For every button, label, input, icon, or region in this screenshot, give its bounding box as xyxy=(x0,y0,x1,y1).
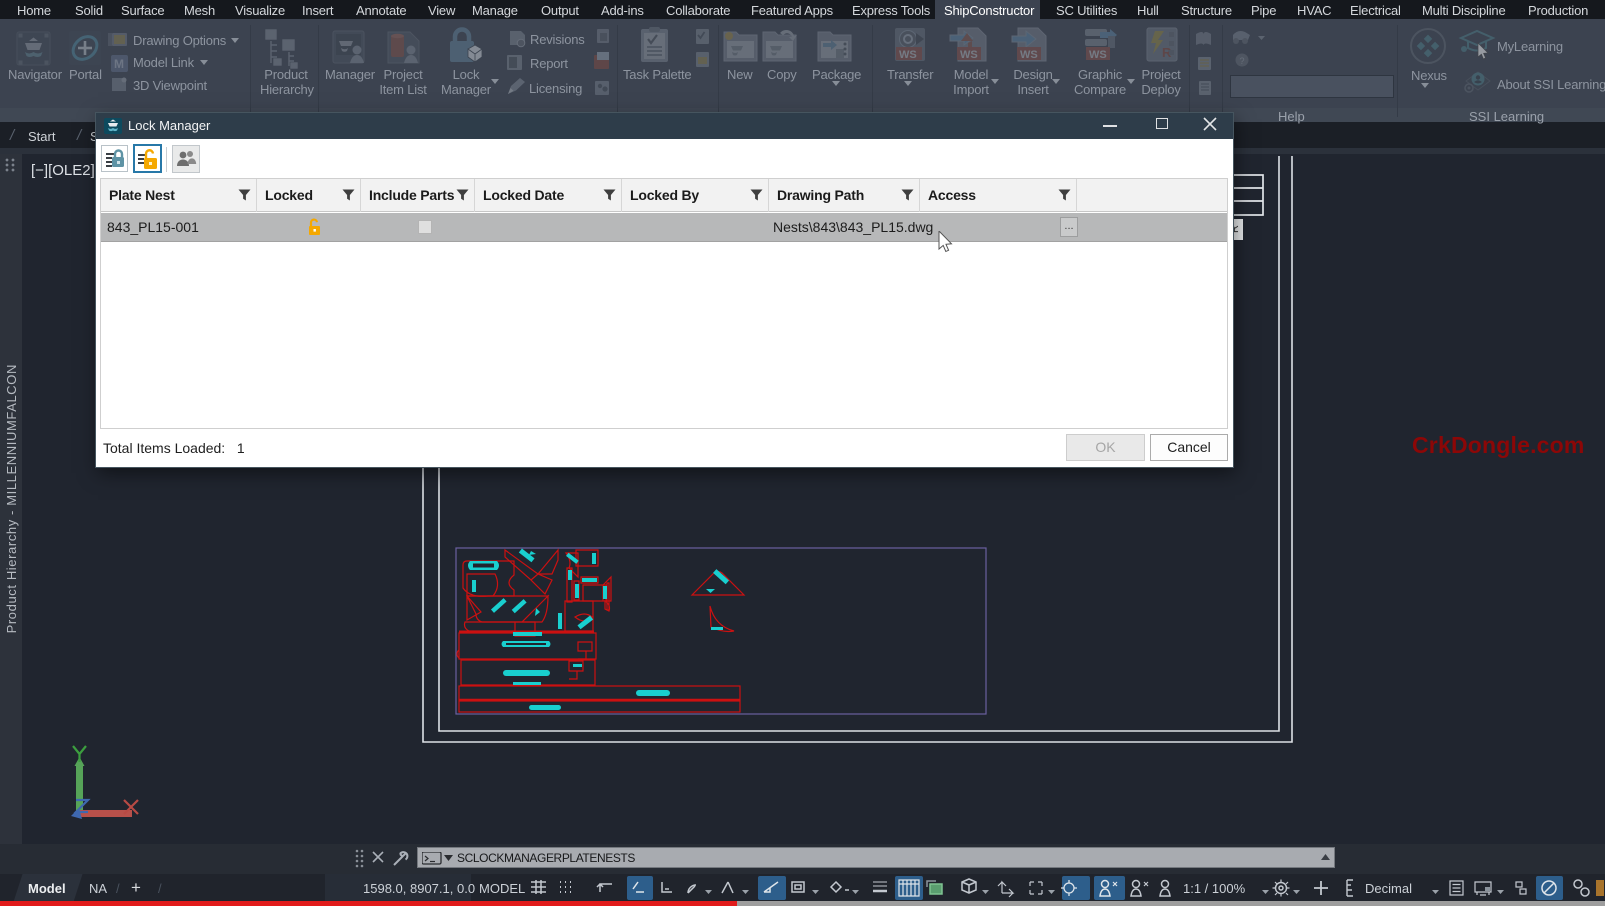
svg-text:CrkDongle.com: CrkDongle.com xyxy=(1412,432,1585,458)
svg-text:WS: WS xyxy=(899,49,917,61)
svg-text:WS: WS xyxy=(960,49,978,61)
svg-text:WS: WS xyxy=(1089,49,1107,61)
svg-text:WS: WS xyxy=(1020,49,1038,61)
svg-text:?: ? xyxy=(1240,56,1245,66)
svg-text:M: M xyxy=(114,57,124,71)
